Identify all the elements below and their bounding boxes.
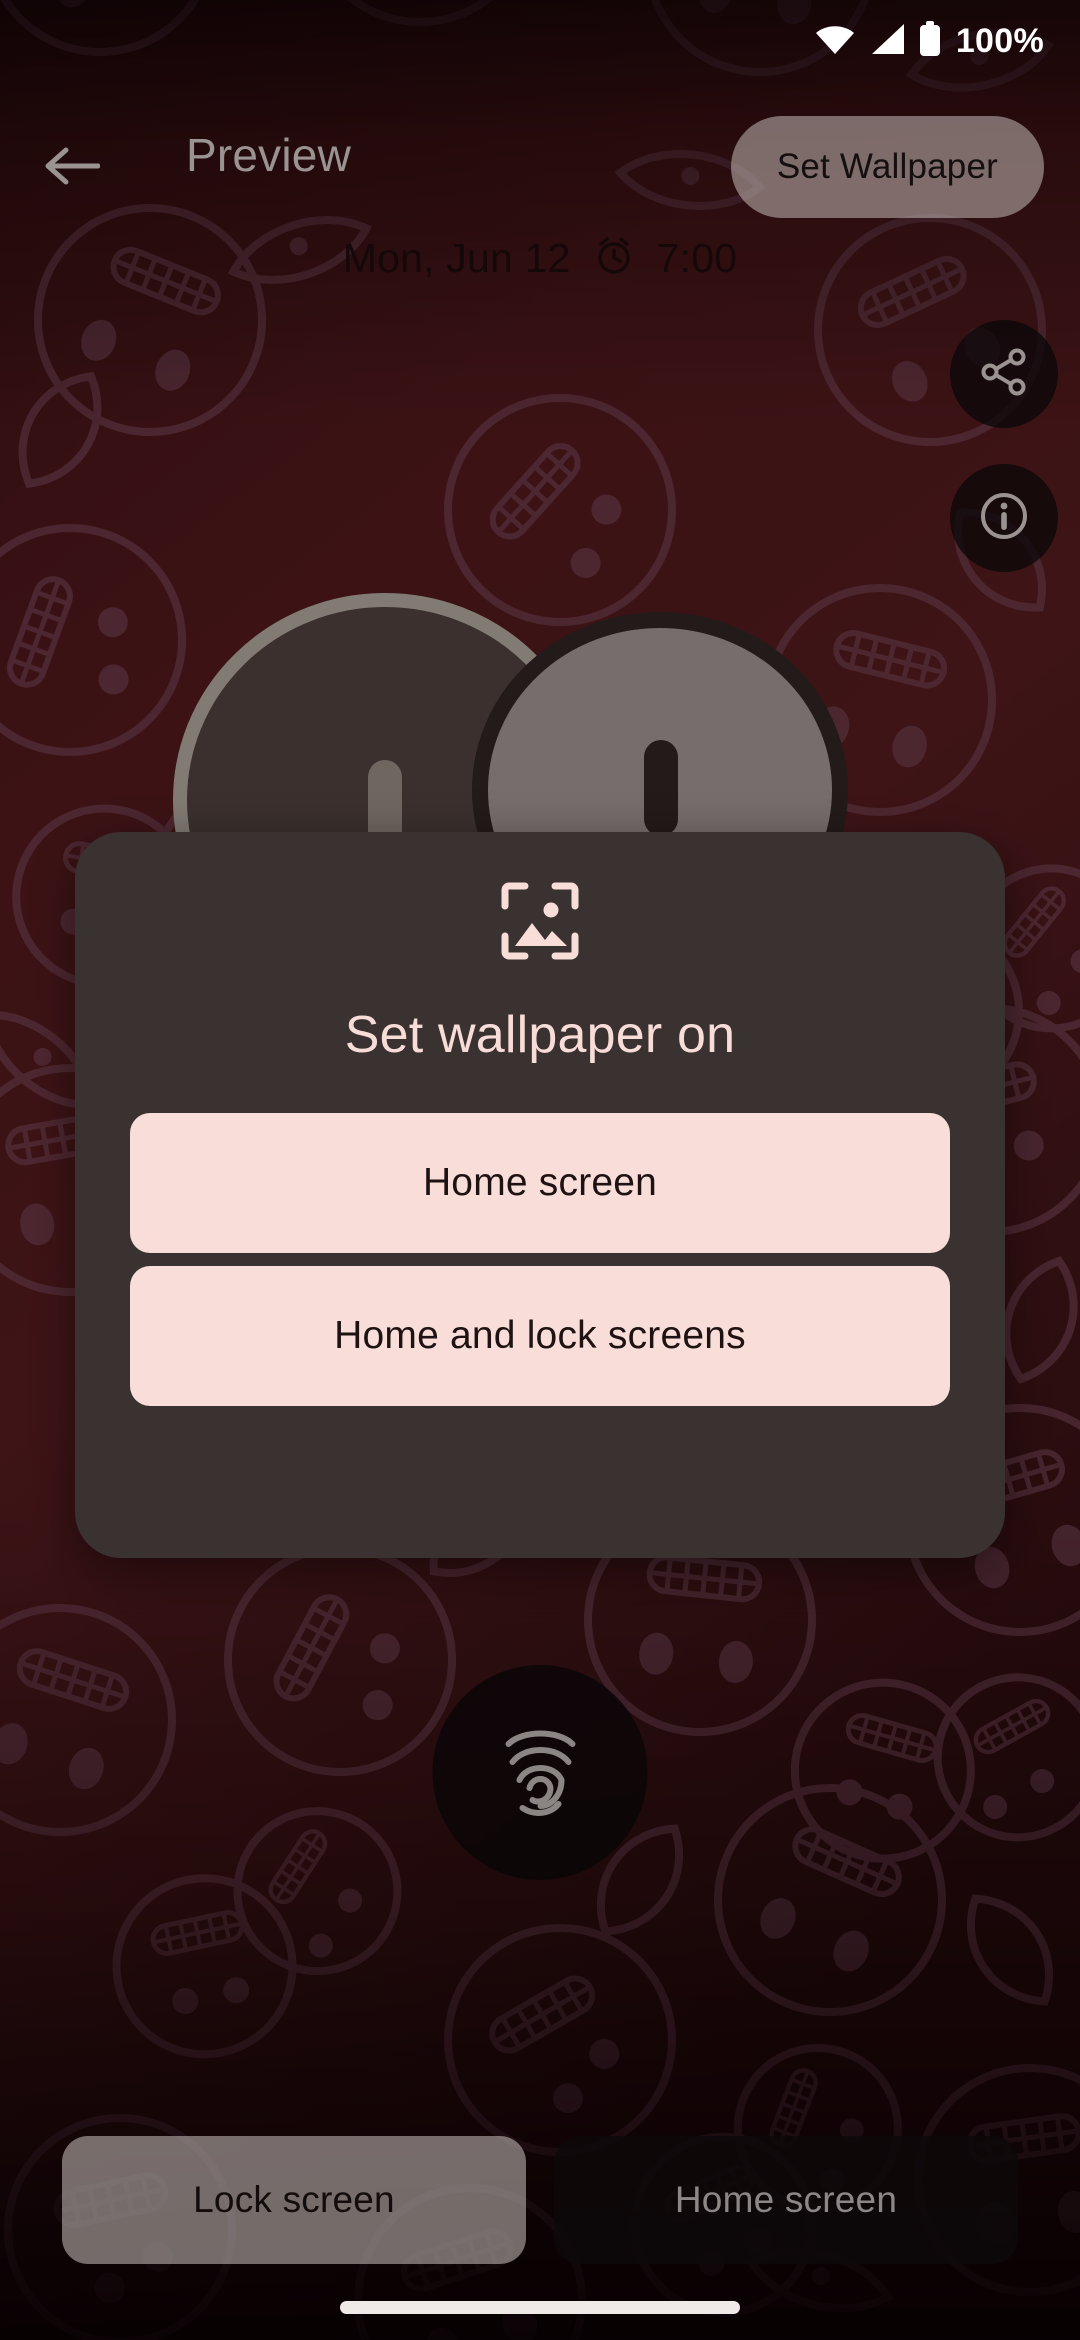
back-arrow-icon [44,144,101,193]
top-app-bar: Preview Set Wallpaper [0,108,1080,228]
set-wallpaper-button[interactable]: Set Wallpaper [730,116,1044,218]
fingerprint-icon [492,1716,588,1829]
lock-alarm-time-label: 7:00 [656,235,738,281]
wallpaper-image-icon [499,880,581,967]
option-home-and-lock-screens[interactable]: Home and lock screens [130,1266,950,1406]
cellular-signal-icon [868,23,906,60]
page-title: Preview [186,129,352,181]
tab-home-screen[interactable]: Home screen [554,2136,1018,2264]
share-icon [978,346,1030,403]
share-button[interactable] [950,320,1058,428]
fingerprint-button[interactable] [432,1665,648,1880]
battery-full-icon [918,20,942,62]
phone-screen: 100% Preview Set Wallpaper Mon, Jun 12 7… [0,0,1080,2340]
battery-percent-label: 100% [955,21,1044,60]
lock-date-label: Mon, Jun 12 [342,235,571,281]
option-home-screen[interactable]: Home screen [130,1113,950,1253]
preview-tabs: Lock screen Home screen [62,2136,1018,2264]
wifi-icon [814,23,856,60]
lock-screen-info: Mon, Jun 12 7:00 [0,235,1080,282]
dialog-title: Set wallpaper on [344,1006,736,1064]
dialog-options-list: Home screen Home and lock screens [75,1113,1005,1406]
alarm-clock-icon [593,235,635,282]
back-button[interactable] [36,132,108,204]
info-icon [977,489,1031,548]
info-button[interactable] [950,464,1058,572]
tab-lock-screen[interactable]: Lock screen [62,2136,526,2264]
set-wallpaper-dialog: Set wallpaper on Home screen Home and lo… [75,832,1005,1558]
home-indicator[interactable] [340,2301,740,2314]
status-bar: 100% [0,0,1080,82]
